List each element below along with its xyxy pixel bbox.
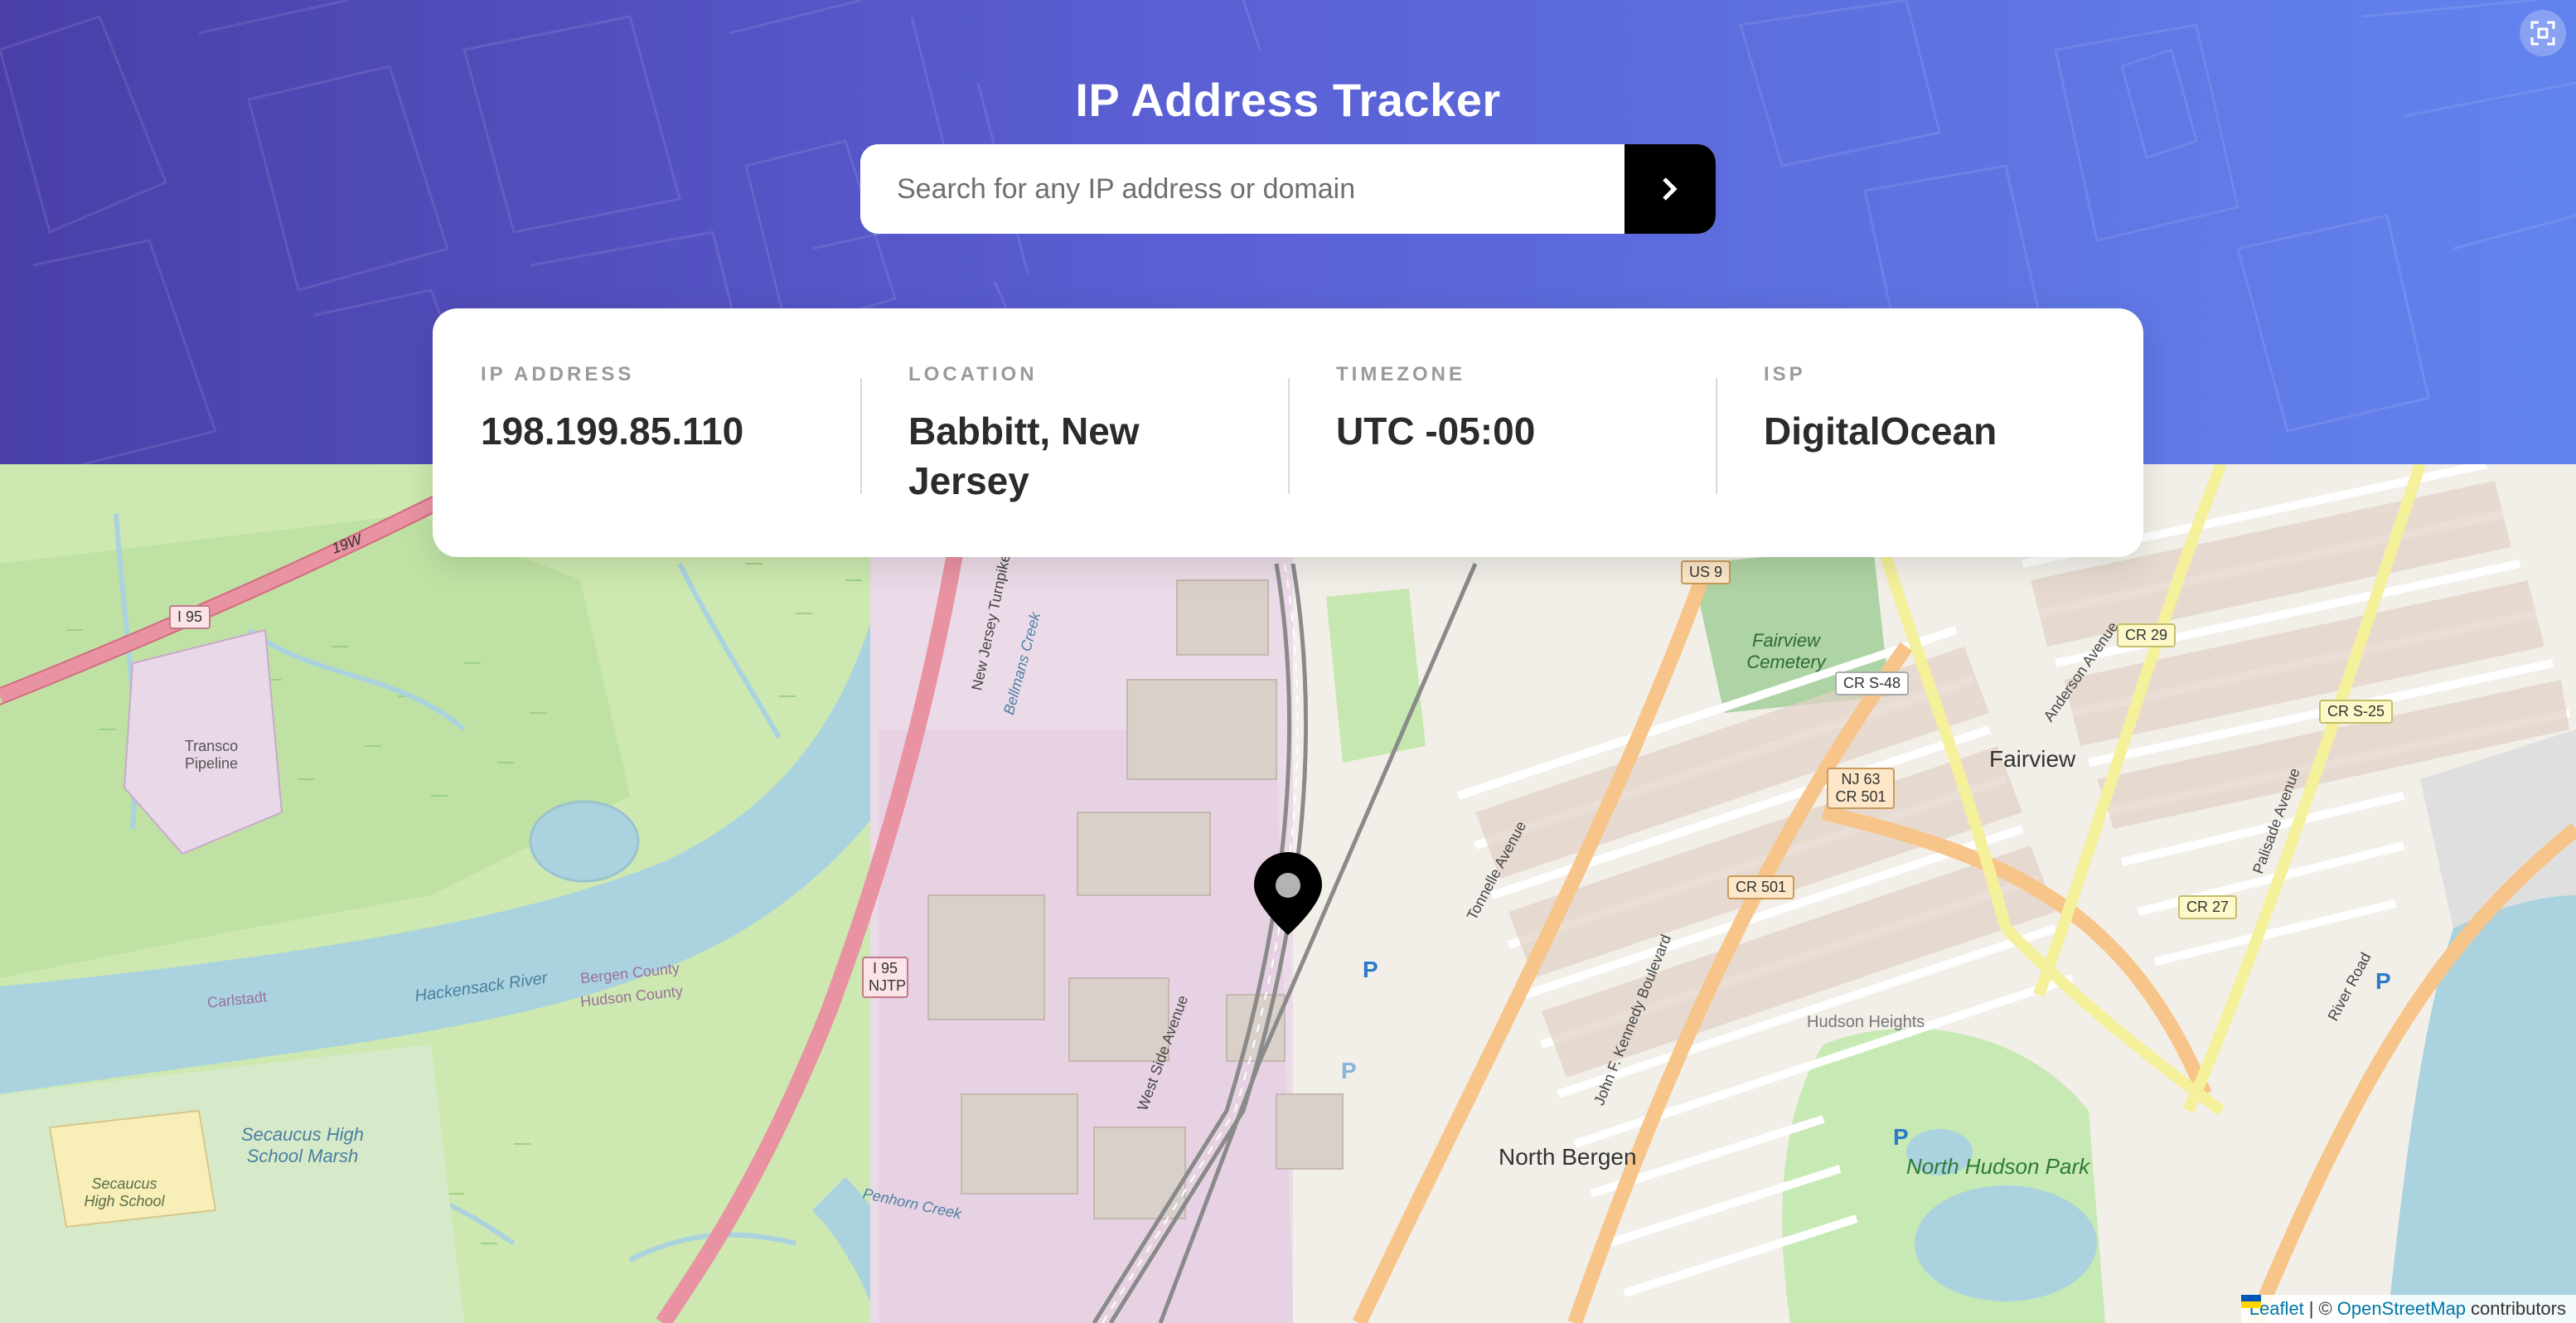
location-section: LOCATION Babbitt, New Jersey (860, 363, 1288, 557)
map-label-hudson-heights: Hudson Heights (1807, 1013, 1925, 1031)
ip-tracker-page: IP Address Tracker I (0, 0, 2576, 1323)
map-label-fairview-cemetery: Fairview Cemetery (1746, 630, 1826, 672)
timezone-label: TIMEZONE (1336, 363, 1465, 385)
shield-cr29: CR 29 (2117, 623, 2177, 647)
fullscreen-button[interactable] (2520, 10, 2566, 56)
attribution-copyright: © (2318, 1298, 2332, 1319)
timezone-value: UTC -05:00 (1336, 410, 1536, 453)
shield-i95: I 95 (169, 605, 211, 629)
shield-i95-njtp: I 95 NJTP (862, 957, 908, 998)
ip-info-card: IP ADDRESS 198.199.85.110 LOCATION Babbi… (433, 308, 2143, 557)
ip-address-section: IP ADDRESS 198.199.85.110 (433, 363, 860, 557)
shield-cr-s25: CR S-25 (2319, 700, 2394, 724)
map[interactable]: Fairview North Bergen North Hudson Park … (0, 464, 2576, 1323)
isp-value: DigitalOcean (1764, 410, 1997, 453)
map-label-north-hudson-park: North Hudson Park (1906, 1154, 2090, 1179)
attribution-separator: | (2308, 1298, 2314, 1319)
ukraine-flag-icon (2240, 1295, 2261, 1308)
parking-icon: P (2375, 968, 2391, 994)
fullscreen-icon (2530, 21, 2555, 46)
location-pin-icon[interactable] (1252, 850, 1324, 937)
chevron-right-icon (1663, 177, 1678, 201)
openstreetmap-link[interactable]: OpenStreetMap (2337, 1295, 2466, 1323)
map-label-fairview: Fairview (1989, 746, 2076, 772)
location-label: LOCATION (908, 363, 1038, 385)
ip-address-value: 198.199.85.110 (481, 410, 744, 453)
parking-icon: P (1341, 1058, 1357, 1083)
search-submit-button[interactable] (1625, 144, 1716, 234)
shield-cr-s48: CR S-48 (1835, 671, 1910, 695)
map-label-north-bergen: North Bergen (1499, 1144, 1637, 1170)
location-value: Babbitt, New Jersey (908, 410, 1140, 502)
shield-cr27: CR 27 (2178, 895, 2238, 919)
map-label-secaucus-marsh: Secaucus High School Marsh (241, 1124, 364, 1166)
attribution-contributors: contributors (2471, 1298, 2566, 1319)
map-attribution: Leaflet | © OpenStreetMap contributors (2240, 1295, 2576, 1323)
timezone-section: TIMEZONE UTC -05:00 (1288, 363, 1716, 557)
search-input[interactable] (860, 144, 1625, 234)
search-form (860, 144, 1716, 234)
ip-address-label: IP ADDRESS (481, 363, 635, 385)
shield-us9: US 9 (1681, 560, 1731, 584)
map-label-transco-pipeline: Transco Pipeline (184, 738, 239, 772)
isp-section: ISP DigitalOcean (1716, 363, 2143, 557)
isp-label: ISP (1764, 363, 1806, 385)
page-title: IP Address Tracker (1075, 73, 1501, 126)
shield-nj63: NJ 63 CR 501 (1827, 768, 1895, 809)
shield-cr501: CR 501 (1727, 875, 1795, 899)
map-label-secaucus-high-school: Secaucus High School (84, 1175, 165, 1209)
parking-icon: P (1893, 1124, 1909, 1150)
parking-icon: P (1363, 957, 1378, 982)
